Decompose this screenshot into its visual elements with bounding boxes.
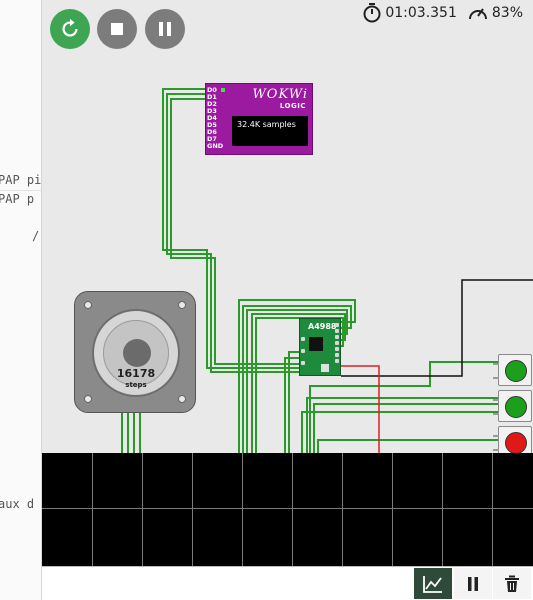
a4988-driver[interactable]: A4988 [299,318,341,376]
grid-line [242,453,243,566]
samples-display: 32.4K samples [232,116,308,146]
driver-pin [335,323,339,327]
simulation-speed: 83% [467,3,523,23]
code-line: / [32,229,40,243]
button-leg [493,377,499,379]
grid-line [292,453,293,566]
samples-count: 32.4K samples [237,120,296,129]
logic-brand: WOKWi [252,87,308,102]
grid-line [442,453,443,566]
screw [84,301,92,309]
code-line: PAP p [0,192,35,206]
button-leg [493,363,499,365]
logic-subtitle: LOGIC [279,102,306,110]
trash-icon [505,575,519,592]
elapsed-time-value: 01:03.351 [385,5,457,21]
driver-pin [301,337,305,341]
plotter-toggle-button[interactable] [414,568,452,599]
button-leg [493,449,499,451]
restart-icon [62,18,78,37]
pushbutton-red[interactable] [493,426,532,453]
driver-pin [335,347,339,351]
simulation-speed-value: 83% [491,5,523,21]
grid-line [42,508,533,509]
screw [178,395,186,403]
activity-led [221,88,225,92]
button-leg [493,435,499,437]
stepper-motor[interactable]: 16178 steps [74,291,196,413]
code-line: PAP pi [0,173,42,187]
pushbutton-green-2[interactable] [493,390,532,422]
clear-output-button[interactable] [493,568,531,599]
pin-label: GND [207,142,224,150]
pause-output-button[interactable] [454,568,492,599]
grid-line [492,453,493,566]
code-editor-pane[interactable]: PAP pi PAP p / aux d [0,0,42,600]
motor-shaft [123,339,151,367]
driver-pin [301,349,305,353]
driver-pin [301,361,305,365]
button-cap[interactable] [505,432,527,453]
stop-icon [111,23,123,35]
grid-line [92,453,93,566]
driver-pin [335,335,339,339]
screw [84,395,92,403]
grid-line [342,453,343,566]
pause-button[interactable] [145,9,185,49]
driver-chip [309,337,323,351]
button-leg [493,399,499,401]
gauge-icon [468,8,487,20]
serial-toolbar [42,566,533,600]
simulation-status: 01:03.351 83% [352,2,523,24]
pause-icon [468,576,478,591]
wire [306,397,498,453]
restart-button[interactable] [50,9,90,49]
pause-icon [159,22,171,36]
driver-pin [335,329,339,333]
grid-line [392,453,393,566]
simulation-canvas[interactable]: 01:03.351 83% D0 D1 D2 D3 D4 D5 D6 D7 GN… [42,0,533,453]
editor-guide [0,190,41,191]
step-count: 16178 [116,367,156,380]
chart-icon [423,575,442,593]
wire [317,439,498,453]
stop-button[interactable] [97,9,137,49]
driver-pin [335,353,339,357]
screw [178,301,186,309]
driver-name: A4988 [308,322,337,331]
button-leg [493,413,499,415]
stopwatch-icon [363,3,381,23]
grid-line [142,453,143,566]
code-line: aux d [0,497,35,511]
pushbutton-green-1[interactable] [493,354,532,386]
button-cap[interactable] [505,396,527,418]
driver-pin [335,341,339,345]
button-cap[interactable] [505,360,527,382]
step-count-label: steps [125,381,147,389]
logic-analyzer[interactable]: D0 D1 D2 D3 D4 D5 D6 D7 GND WOKWi LOGIC … [205,83,313,155]
grid-line [192,453,193,566]
driver-potentiometer[interactable] [321,364,329,372]
wire [301,411,498,453]
driver-pin [335,359,339,363]
elapsed-time: 01:03.351 [362,2,457,24]
waveform-grid[interactable] [42,453,533,566]
